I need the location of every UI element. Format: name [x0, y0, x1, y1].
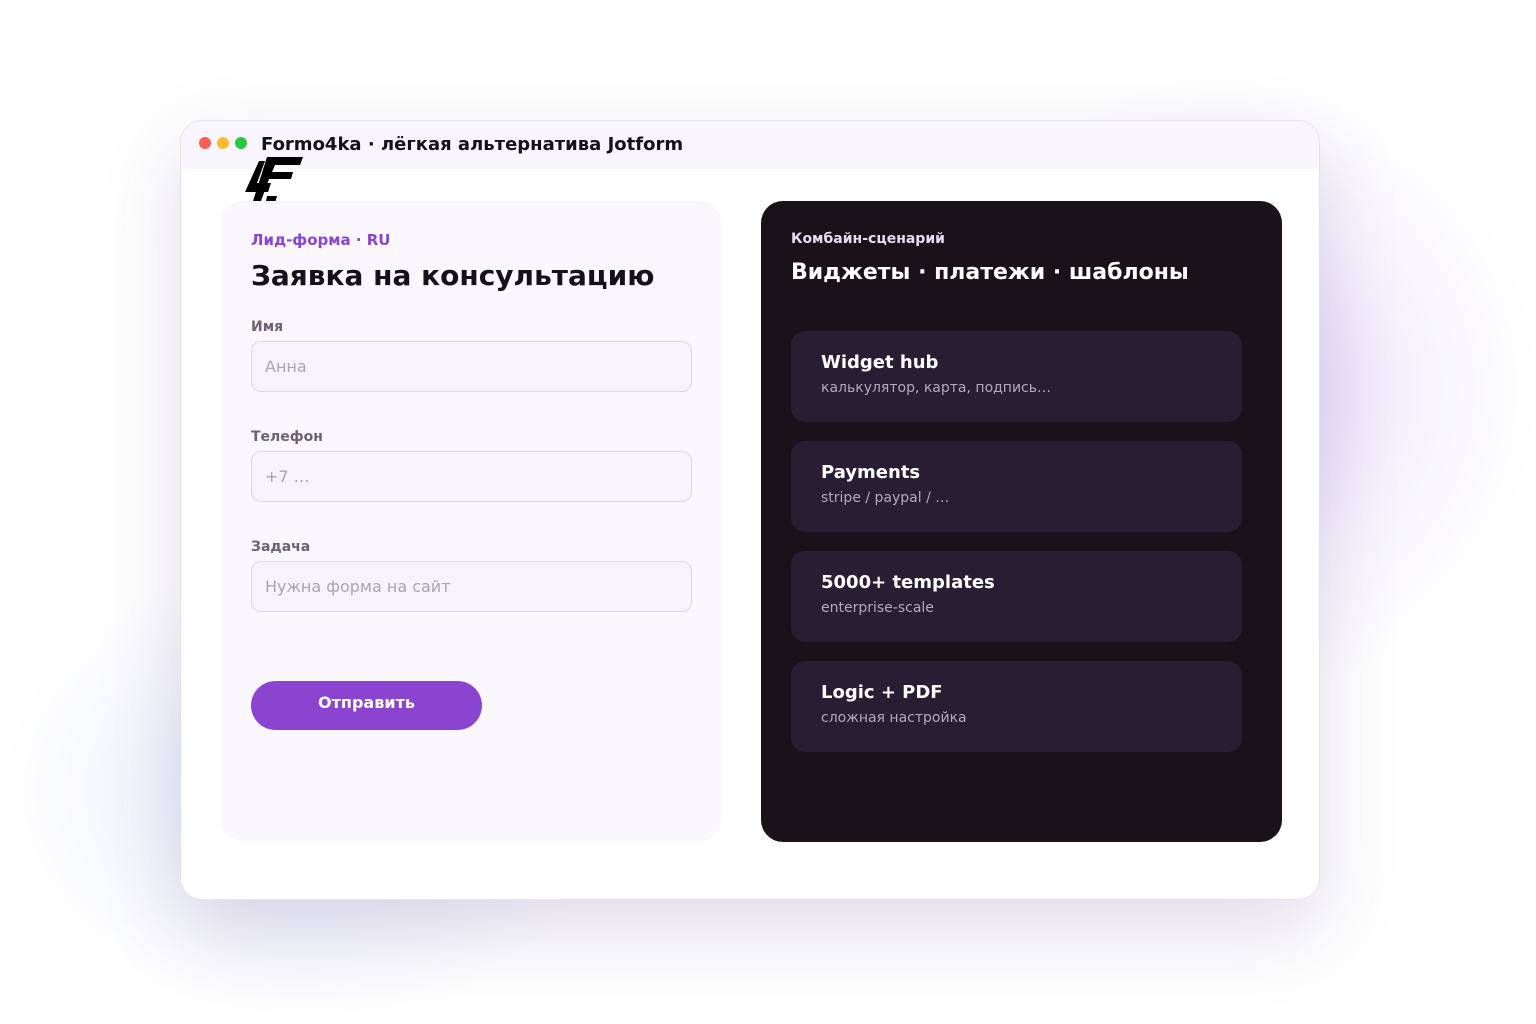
- phone-input[interactable]: [251, 451, 692, 502]
- stage: Formo4ka · лёгкая альтернатива Jotform Л…: [0, 0, 1536, 1024]
- app-window: Formo4ka · лёгкая альтернатива Jotform Л…: [180, 120, 1320, 900]
- feature-title: Logic + PDF: [821, 682, 943, 703]
- window-titlebar: Formo4ka · лёгкая альтернатива Jotform: [181, 121, 1319, 169]
- feature-title: 5000+ templates: [821, 572, 995, 593]
- panel-heading: Виджеты · платежи · шаблоны: [791, 260, 1189, 285]
- submit-button[interactable]: Отправить: [251, 681, 482, 730]
- form-kicker: Лид-форма · RU: [251, 231, 391, 249]
- feature-card-widget-hub: Widget hub калькулятор, карта, подпись…: [791, 331, 1242, 422]
- feature-title: Widget hub: [821, 352, 939, 373]
- maximize-window-button[interactable]: [235, 137, 247, 149]
- close-window-button[interactable]: [199, 137, 211, 149]
- phone-field-label: Телефон: [251, 429, 323, 445]
- name-field-label: Имя: [251, 319, 284, 335]
- name-input[interactable]: [251, 341, 692, 392]
- task-field-label: Задача: [251, 539, 311, 555]
- task-input[interactable]: [251, 561, 692, 612]
- feature-title: Payments: [821, 462, 921, 483]
- feature-card-templates: 5000+ templates enterprise-scale: [791, 551, 1242, 642]
- lead-form-card: Лид-форма · RU Заявка на консультацию Им…: [221, 201, 721, 841]
- feature-desc: enterprise-scale: [821, 600, 934, 616]
- feature-desc: калькулятор, карта, подпись…: [821, 380, 1052, 396]
- panel-kicker: Комбайн-сценарий: [791, 231, 945, 247]
- feature-desc: сложная настройка: [821, 710, 967, 726]
- minimize-window-button[interactable]: [217, 137, 229, 149]
- features-panel: Комбайн-сценарий Виджеты · платежи · шаб…: [761, 201, 1282, 842]
- form-heading: Заявка на консультацию: [251, 259, 655, 292]
- feature-desc: stripe / paypal / …: [821, 490, 950, 506]
- feature-card-logic-pdf: Logic + PDF сложная настройка: [791, 661, 1242, 752]
- feature-card-payments: Payments stripe / paypal / …: [791, 441, 1242, 532]
- window-title: Formo4ka · лёгкая альтернатива Jotform: [261, 134, 684, 155]
